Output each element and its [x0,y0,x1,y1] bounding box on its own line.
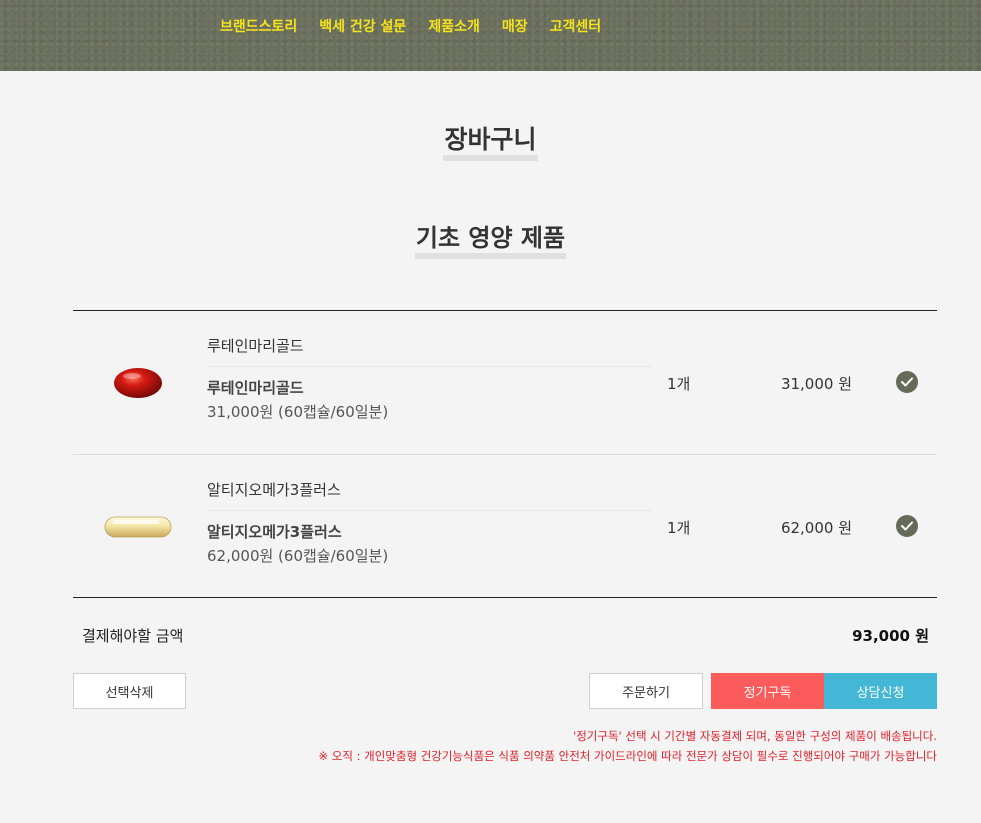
nav-brand-story[interactable]: 브랜드스토리 [220,16,297,36]
product-quantity: 1개 [667,375,691,393]
total-amount-label: 결제해야할 금액 [82,627,184,645]
top-navigation-bar: 브랜드스토리 백세 건강 설문 제품소개 매장 고객센터 [0,0,981,71]
page-title-text: 장바구니 [443,125,538,161]
product-name: 루테인마리골드 [207,379,304,397]
subscribe-button[interactable]: 정기구독 [711,673,824,709]
row-divider [207,366,652,367]
red-softgel-capsule-image [114,368,162,398]
consultation-button[interactable]: 상담신청 [824,673,937,709]
cart-row: 루테인마리골드 루테인마리골드 31,000원 (60캡슐/60일분) 1개 3… [73,311,937,454]
cart-table: 루테인마리골드 루테인마리골드 31,000원 (60캡슐/60일분) 1개 3… [73,310,937,598]
product-description: 62,000원 (60캡슐/60일분) [207,547,389,565]
check-icon [901,377,913,387]
product-description: 31,000원 (60캡슐/60일분) [207,403,389,421]
page-title: 장바구니 [0,125,981,161]
main-nav: 브랜드스토리 백세 건강 설문 제품소개 매장 고객센터 [220,16,623,36]
product-name-header: 알티지오메가3플러스 [207,481,341,499]
product-price: 62,000 원 [780,519,852,537]
clear-omega-softgel-capsule-image [104,516,172,538]
subscription-notice: '정기구독' 선택 시 기간별 자동결제 되며, 동일한 구성의 제품이 배송됩… [573,729,937,743]
product-quantity: 1개 [667,519,691,537]
total-amount-value: 93,000 원 [852,627,929,645]
section-title-text: 기초 영양 제품 [414,224,567,259]
product-price: 31,000 원 [780,375,852,393]
select-checkbox[interactable] [896,371,918,393]
cart-row: 알티지오메가3플러스 알티지오메가3플러스 62,000원 (60캡슐/60일분… [73,454,937,597]
select-checkbox[interactable] [896,515,918,537]
delete-selected-button[interactable]: 선택삭제 [73,673,186,709]
product-name: 알티지오메가3플러스 [207,523,342,541]
consultation-notice: ※ 오직 : 개인맞춤형 건강기능식품은 식품 의약품 안전처 가이드라인에 따… [318,749,938,763]
nav-customer-center[interactable]: 고객센터 [550,16,602,36]
nav-health-survey[interactable]: 백세 건강 설문 [319,16,406,36]
section-title: 기초 영양 제품 [0,224,981,259]
check-icon [901,521,913,531]
product-name-header: 루테인마리골드 [207,337,304,355]
row-divider [207,510,652,511]
nav-products[interactable]: 제품소개 [428,16,480,36]
order-button[interactable]: 주문하기 [589,673,703,709]
nav-store[interactable]: 매장 [502,16,528,36]
